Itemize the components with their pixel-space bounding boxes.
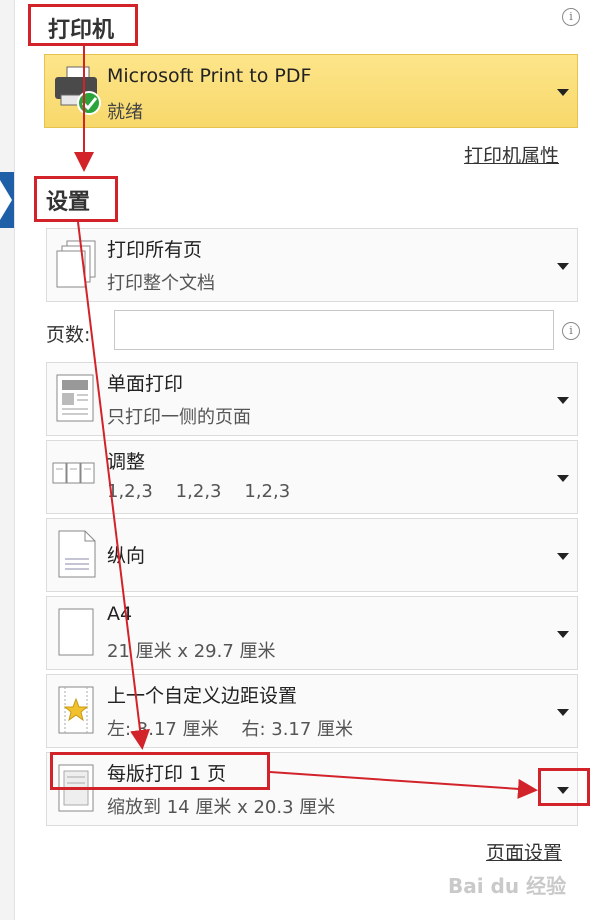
baidu-watermark: Bai du 经验 (448, 874, 567, 898)
portrait-page-icon (58, 530, 96, 578)
margins-subtitle: 左: 3.17 厘米 右: 3.17 厘米 (107, 719, 354, 740)
pages-per-sheet-subtitle: 缩放到 14 厘米 x 20.3 厘米 (107, 797, 336, 818)
printer-select-dropdown[interactable]: Microsoft Print to PDF 就绪 (44, 54, 578, 128)
back-arrow-tab[interactable] (0, 172, 14, 228)
paper-size-icon (58, 608, 94, 656)
printer-info-icon[interactable]: i (562, 8, 580, 26)
annotation-box-dropdown-arrow (538, 768, 590, 806)
annotation-box-settings (34, 176, 118, 222)
collate-title: 调整 (107, 451, 146, 473)
single-side-page-icon (56, 374, 94, 422)
pages-input[interactable] (114, 310, 554, 350)
backstage-nav-edge (0, 0, 15, 920)
chevron-down-icon[interactable] (557, 475, 569, 482)
orientation-dropdown[interactable]: 纵向 (46, 518, 578, 592)
annotation-box-pages-per-sheet (50, 752, 270, 790)
chevron-down-icon[interactable] (557, 553, 569, 560)
margins-dropdown[interactable]: 上一个自定义边距设置 左: 3.17 厘米 右: 3.17 厘米 (46, 674, 578, 748)
all-pages-icon (56, 240, 96, 288)
printer-status: 就绪 (107, 102, 143, 123)
paper-size-dropdown[interactable]: A4 21 厘米 x 29.7 厘米 (46, 596, 578, 670)
pages-info-icon[interactable]: i (562, 322, 580, 340)
print-range-subtitle: 打印整个文档 (107, 273, 215, 294)
printer-properties-link[interactable]: 打印机属性 (464, 141, 559, 168)
annotation-box-printer (28, 4, 138, 46)
collate-subtitle: 1,2,3 1,2,3 1,2,3 (107, 481, 291, 502)
print-range-title: 打印所有页 (107, 239, 203, 261)
paper-size-subtitle: 21 厘米 x 29.7 厘米 (107, 641, 276, 662)
paper-size-title: A4 (107, 603, 133, 625)
collate-dropdown[interactable]: 调整 1,2,3 1,2,3 1,2,3 (46, 440, 578, 514)
printer-name: Microsoft Print to PDF (107, 65, 312, 87)
chevron-down-icon[interactable] (557, 263, 569, 270)
printer-icon (55, 66, 101, 115)
printer-dropdown-arrow-icon[interactable] (557, 89, 569, 96)
duplex-subtitle: 只打印一侧的页面 (107, 407, 251, 428)
chevron-down-icon[interactable] (557, 631, 569, 638)
print-range-dropdown[interactable]: 打印所有页 打印整个文档 (46, 228, 578, 302)
chevron-down-icon[interactable] (557, 397, 569, 404)
margins-star-icon (58, 686, 94, 734)
page-setup-link[interactable]: 页面设置 (486, 838, 562, 865)
duplex-dropdown[interactable]: 单面打印 只打印一侧的页面 (46, 362, 578, 436)
collate-icon (52, 462, 95, 484)
margins-title: 上一个自定义边距设置 (107, 685, 298, 707)
duplex-title: 单面打印 (107, 373, 184, 395)
orientation-title: 纵向 (107, 545, 146, 567)
pages-label: 页数: (46, 324, 91, 346)
chevron-down-icon[interactable] (557, 709, 569, 716)
